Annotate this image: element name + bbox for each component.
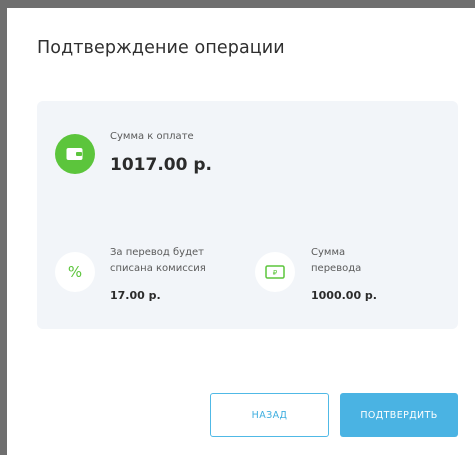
total-value: 1017.00 р.: [110, 155, 212, 175]
percent-icon: %: [55, 252, 95, 292]
back-button[interactable]: НАЗАД: [210, 393, 329, 437]
total-label: Сумма к оплате: [110, 131, 194, 142]
fee-label: За перевод будет списана комиссия: [110, 247, 206, 274]
confirmation-dialog: Подтверждение операции Сумма к оплате 10…: [7, 8, 475, 455]
fee-value: 17.00 р.: [110, 289, 161, 302]
amount-label: Сумма перевода: [311, 247, 362, 274]
summary-panel: Сумма к оплате 1017.00 р. % За перевод б…: [37, 101, 458, 329]
wallet-icon: [55, 134, 95, 174]
banknote-icon: ₽: [255, 252, 295, 292]
confirm-button[interactable]: ПОДТВЕРДИТЬ: [340, 393, 458, 437]
svg-text:₽: ₽: [273, 269, 278, 277]
dialog-title: Подтверждение операции: [37, 38, 285, 58]
percent-symbol: %: [67, 263, 83, 281]
amount-value: 1000.00 р.: [311, 289, 377, 302]
